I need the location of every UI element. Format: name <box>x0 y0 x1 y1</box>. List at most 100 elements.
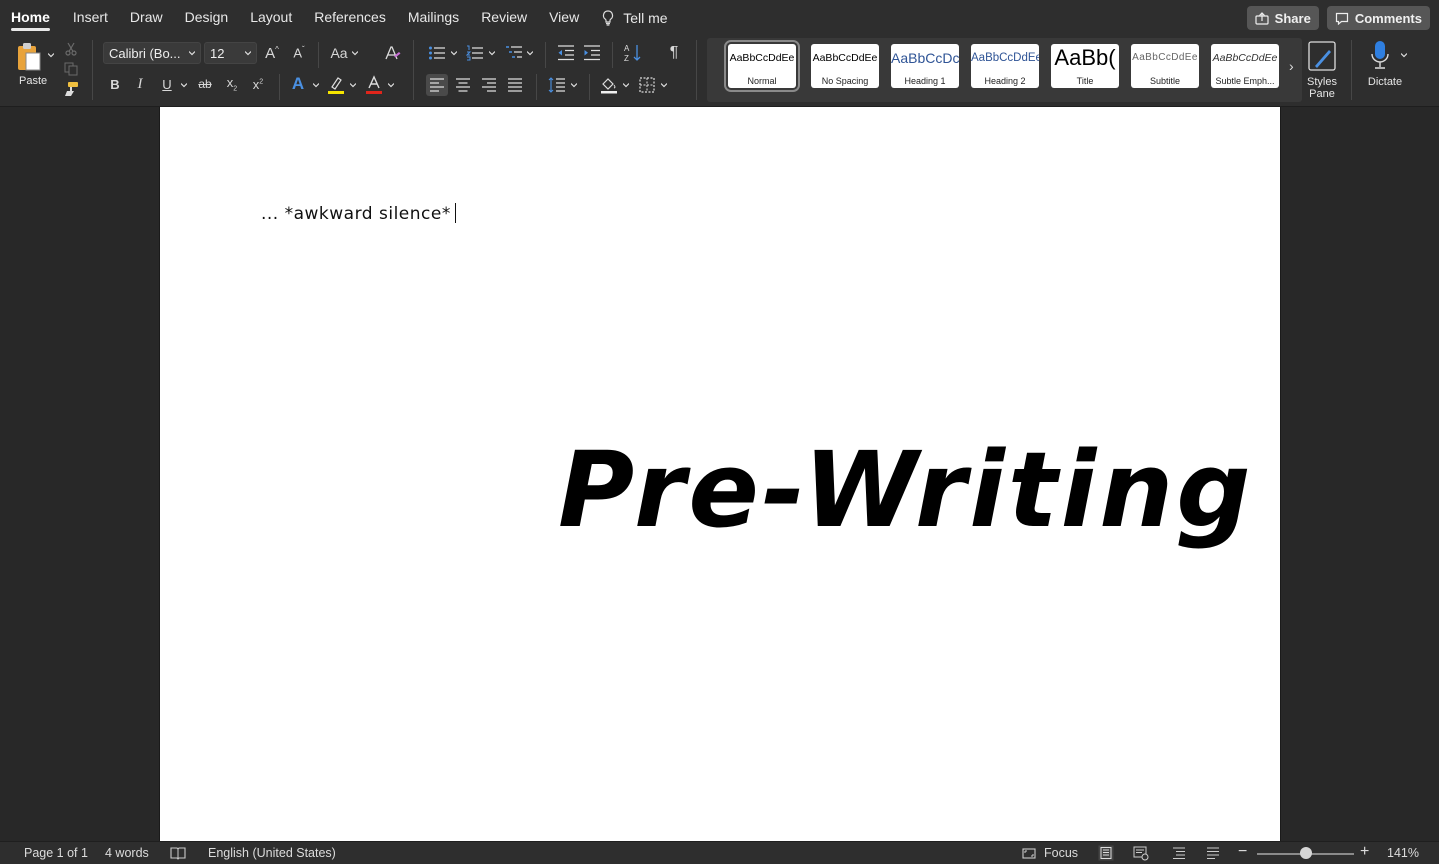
line-spacing-button[interactable] <box>546 74 568 96</box>
clear-formatting-button[interactable] <box>381 42 403 64</box>
highlighter-icon <box>328 77 344 94</box>
language[interactable]: English (United States) <box>208 846 336 860</box>
document-heading[interactable]: Pre-Writing <box>558 429 1254 551</box>
svg-text:Z: Z <box>624 54 629 63</box>
draft-view-icon[interactable] <box>1206 846 1220 860</box>
copy-icon <box>64 62 78 76</box>
share-button[interactable]: Share <box>1246 6 1319 30</box>
style-heading-2[interactable]: AaBbCcDdEe Heading 2 <box>971 44 1039 88</box>
paste-dropdown-icon[interactable] <box>48 52 54 58</box>
align-right-button[interactable] <box>478 74 500 96</box>
shading-dropdown-icon[interactable] <box>623 82 629 88</box>
decrease-indent-button[interactable] <box>555 42 577 64</box>
chevron-right-icon[interactable]: › <box>1289 58 1294 74</box>
text-effects-dropdown-icon[interactable] <box>313 82 319 88</box>
format-painter-button[interactable] <box>62 80 80 98</box>
tab-view[interactable]: View <box>538 0 590 36</box>
ribbon-separator <box>92 40 93 100</box>
zoom-out-button[interactable]: − <box>1238 843 1247 861</box>
italic-button[interactable]: I <box>131 74 149 94</box>
font-name-combo[interactable]: Calibri (Bo... <box>103 42 201 64</box>
align-center-button[interactable] <box>452 74 474 96</box>
print-layout-icon[interactable] <box>1098 845 1114 861</box>
zoom-slider-thumb[interactable] <box>1299 847 1312 859</box>
page-count[interactable]: Page 1 of 1 <box>24 846 88 860</box>
dictate-button[interactable] <box>1368 39 1392 73</box>
grow-font-button[interactable]: A^ <box>262 42 282 64</box>
focus-icon[interactable] <box>1022 848 1036 859</box>
cut-button[interactable] <box>62 40 80 58</box>
document-page[interactable]: ... *awkward silence* Pre-Writing <box>159 107 1281 841</box>
style-subtitle[interactable]: AaBbCcDdEe Subtitle <box>1131 44 1199 88</box>
word-count[interactable]: 4 words <box>105 846 149 860</box>
tab-mailings[interactable]: Mailings <box>397 0 470 36</box>
proofing-icon[interactable] <box>170 847 186 860</box>
bullets-dropdown-icon[interactable] <box>451 50 457 56</box>
style-subtle-emphasis[interactable]: AaBbCcDdEe Subtle Emph... <box>1211 44 1279 88</box>
ribbon-separator <box>318 42 319 68</box>
borders-button[interactable] <box>636 74 658 96</box>
sort-button[interactable]: AZ <box>622 41 644 65</box>
tab-insert[interactable]: Insert <box>62 0 119 36</box>
text-effects-button[interactable]: A <box>288 74 308 94</box>
paste-button[interactable] <box>14 40 44 74</box>
increase-indent-button[interactable] <box>581 42 603 64</box>
tab-home[interactable]: Home <box>0 0 61 36</box>
shading-button[interactable] <box>598 74 620 96</box>
multilevel-dropdown-icon[interactable] <box>527 50 533 56</box>
numbering-button[interactable] <box>464 42 486 64</box>
bullets-button[interactable] <box>426 42 448 64</box>
document-area[interactable]: ... *awkward silence* Pre-Writing <box>0 107 1439 841</box>
highlight-dropdown-icon[interactable] <box>350 82 356 88</box>
copy-button[interactable] <box>62 60 80 78</box>
bold-button[interactable]: B <box>106 74 124 94</box>
tell-me[interactable]: Tell me <box>590 0 678 36</box>
styles-pane-button[interactable] <box>1306 39 1338 73</box>
focus-label[interactable]: Focus <box>1044 846 1078 860</box>
line-spacing-icon <box>548 77 565 93</box>
decrease-indent-icon <box>558 45 574 61</box>
strikethrough-icon: ab <box>198 77 212 91</box>
dictate-dropdown-icon[interactable] <box>1401 52 1407 58</box>
zoom-in-button[interactable]: + <box>1360 843 1369 861</box>
web-layout-icon[interactable] <box>1133 845 1149 861</box>
font-color-dropdown-icon[interactable] <box>388 82 394 88</box>
outline-view-icon[interactable] <box>1172 846 1186 860</box>
change-case-button[interactable]: Aa <box>329 42 359 64</box>
superscript-button[interactable]: x2 <box>248 74 268 94</box>
tab-design[interactable]: Design <box>174 0 240 36</box>
underline-button[interactable]: U <box>157 74 177 94</box>
subscript-button[interactable]: x2 <box>222 74 242 94</box>
tab-draw[interactable]: Draw <box>119 0 174 36</box>
tab-review[interactable]: Review <box>470 0 538 36</box>
ribbon-separator <box>545 42 546 68</box>
style-title[interactable]: AaBb( Title <box>1051 44 1119 88</box>
pilcrow-icon: ¶ <box>669 44 679 61</box>
zoom-percent[interactable]: 141% <box>1387 846 1419 860</box>
shrink-font-button[interactable]: Aˇ <box>289 42 309 64</box>
borders-dropdown-icon[interactable] <box>661 82 667 88</box>
document-text-line[interactable]: ... *awkward silence* <box>261 203 456 224</box>
show-formatting-button[interactable]: ¶ <box>664 42 684 64</box>
text-cursor <box>454 203 456 223</box>
ribbon-tab-bar: Home Insert Draw Design Layout Reference… <box>0 0 1439 36</box>
strikethrough-button[interactable]: ab <box>195 74 215 94</box>
comments-button[interactable]: Comments <box>1326 6 1430 30</box>
highlight-button[interactable] <box>326 74 346 96</box>
align-left-button[interactable] <box>426 74 448 96</box>
multilevel-list-button[interactable] <box>503 42 525 64</box>
borders-icon <box>639 77 655 93</box>
underline-dropdown-icon[interactable] <box>181 82 187 88</box>
sort-az-icon: AZ <box>624 44 641 63</box>
superscript-icon: x2 <box>252 76 264 92</box>
justify-button[interactable] <box>504 74 526 96</box>
line-spacing-dropdown-icon[interactable] <box>571 82 577 88</box>
numbering-dropdown-icon[interactable] <box>489 50 495 56</box>
tab-layout[interactable]: Layout <box>239 0 303 36</box>
font-color-button[interactable] <box>364 74 384 96</box>
tab-references[interactable]: References <box>303 0 397 36</box>
font-size-combo[interactable]: 12 <box>204 42 257 64</box>
style-no-spacing[interactable]: AaBbCcDdEe No Spacing <box>811 44 879 88</box>
style-normal[interactable]: AaBbCcDdEe Normal <box>724 40 800 92</box>
style-heading-1[interactable]: AaBbCcDc Heading 1 <box>891 44 959 88</box>
